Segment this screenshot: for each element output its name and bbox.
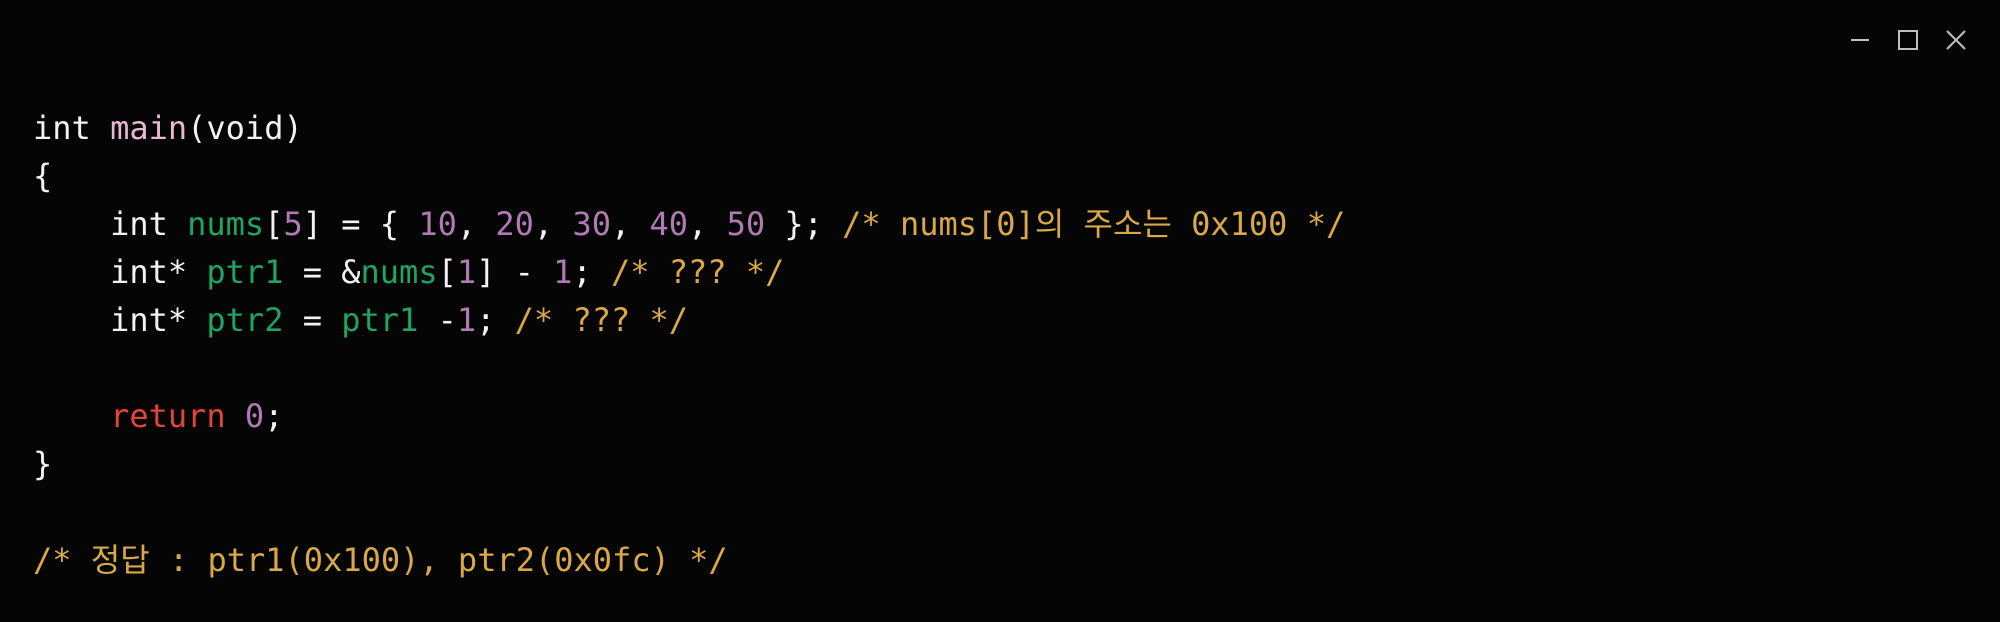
code-text: , (610, 205, 650, 243)
code-line: int main(void) (33, 104, 1345, 152)
code-number: 20 (495, 205, 534, 243)
code-identifier: ptr2 (206, 301, 284, 339)
code-function: main (110, 109, 188, 147)
code-window: int main(void) { int nums[5] = { 10, 20, … (0, 0, 2000, 622)
code-text: = & (283, 253, 361, 291)
code-number: 30 (572, 205, 611, 243)
minimize-button[interactable] (1846, 26, 1874, 54)
code-keyword: int* (110, 301, 207, 339)
code-return: return (110, 397, 245, 435)
code-text: { (33, 157, 53, 195)
maximize-button[interactable] (1894, 26, 1922, 54)
code-identifier: nums (360, 253, 438, 291)
code-identifier: ptr1 (206, 253, 284, 291)
code-comment: /* 정답 : ptr1(0x100), ptr2(0x0fc) */ (33, 541, 728, 579)
code-line: ​ (33, 344, 1345, 392)
code-keyword: int* (110, 253, 207, 291)
code-line: int nums[5] = { 10, 20, 30, 40, 50 }; /*… (33, 200, 1345, 248)
code-keyword: int (110, 205, 188, 243)
code-text: ] = { (302, 205, 419, 243)
code-text: }; (765, 205, 843, 243)
code-comment: /* ??? */ (514, 301, 689, 339)
code-line: int* ptr2 = ptr1 -1; /* ??? */ (33, 296, 1345, 344)
code-block: int main(void) { int nums[5] = { 10, 20, … (33, 104, 1345, 584)
code-text: (void) (187, 109, 303, 147)
code-text: = (283, 301, 342, 339)
code-number: 1 (456, 301, 477, 339)
code-line: int* ptr1 = &nums[1] - 1; /* ??? */ (33, 248, 1345, 296)
code-number: 1 (553, 253, 573, 291)
code-text: ; (264, 397, 284, 435)
code-text: ] - (476, 253, 554, 291)
code-text: , (533, 205, 573, 243)
code-number: 40 (649, 205, 689, 243)
code-text: ; (476, 301, 515, 339)
code-line: { (33, 152, 1345, 200)
code-line: ​ (33, 488, 1345, 536)
code-identifier: nums (187, 205, 265, 243)
code-number: 0 (244, 397, 265, 435)
close-icon (1946, 30, 1966, 50)
code-comment: /* nums[0]의 주소는 0x100 */ (842, 205, 1346, 243)
code-text: [ (264, 205, 284, 243)
code-comment: /* ??? */ (610, 253, 785, 291)
code-number: 1 (456, 253, 477, 291)
code-number: 5 (283, 205, 303, 243)
code-keyword: int (33, 109, 111, 147)
minimize-icon (1851, 39, 1869, 41)
code-number: 10 (418, 205, 457, 243)
code-number: 50 (726, 205, 766, 243)
code-line: /* 정답 : ptr1(0x100), ptr2(0x0fc) */ (33, 536, 1345, 584)
maximize-icon (1898, 30, 1918, 50)
close-button[interactable] (1942, 26, 1970, 54)
code-text: , (456, 205, 496, 243)
code-text: [ (437, 253, 457, 291)
code-text: - (418, 301, 457, 339)
code-line: return 0; (33, 392, 1345, 440)
code-identifier: ptr1 (341, 301, 419, 339)
code-text: } (33, 445, 53, 483)
code-line: } (33, 440, 1345, 488)
window-controls (1846, 26, 1970, 54)
code-text: ; (572, 253, 611, 291)
code-text: , (688, 205, 727, 243)
